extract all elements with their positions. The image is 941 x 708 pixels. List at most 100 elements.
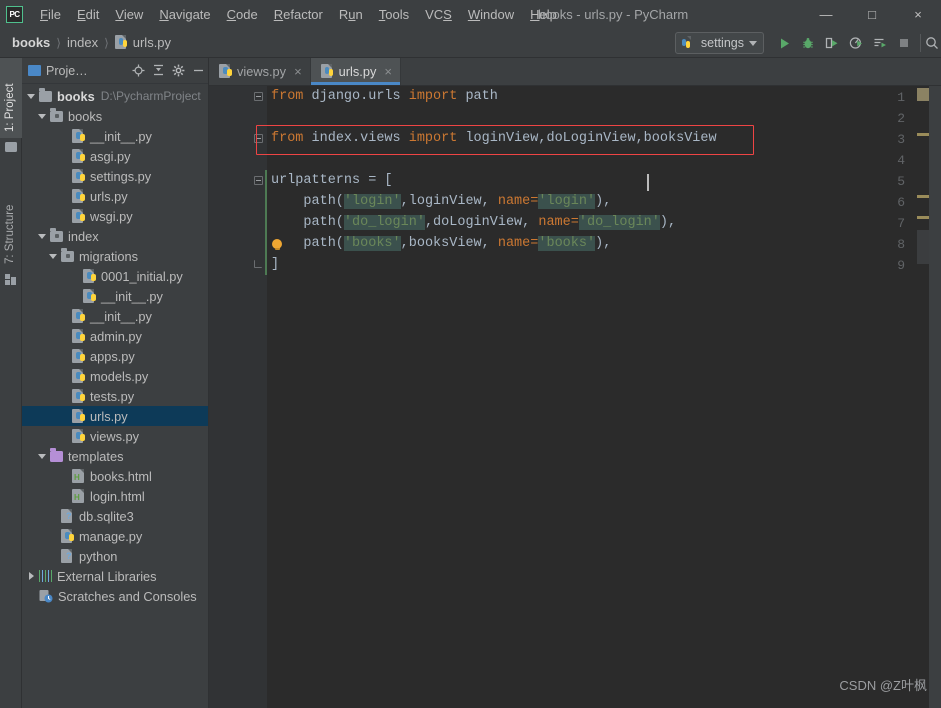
tree-node-label: __init__.py xyxy=(101,288,163,304)
code-token: import xyxy=(408,89,466,104)
tree-node[interactable]: models.py xyxy=(22,366,208,386)
menu-file[interactable]: File xyxy=(32,4,69,25)
project-tree[interactable]: books D:\PycharmProject books __init__.py as… xyxy=(22,84,208,606)
stripe-marker[interactable] xyxy=(917,88,929,101)
code-line[interactable]: path('login',loginView, name='login'), xyxy=(271,191,611,212)
stripe-marker[interactable] xyxy=(917,195,929,198)
chevron-down-icon[interactable] xyxy=(26,91,37,102)
editor-scrollbar-thumb[interactable] xyxy=(917,230,929,264)
tree-node[interactable]: __init__.py xyxy=(22,306,208,326)
code-line[interactable]: from index.views import loginView,doLogi… xyxy=(271,128,717,149)
code-line[interactable]: from django.urls import path xyxy=(271,86,498,107)
code-token: path( xyxy=(271,236,344,251)
chevron-down-icon[interactable] xyxy=(48,251,59,262)
stop-square-icon[interactable] xyxy=(892,30,916,56)
minimize-button[interactable]: — xyxy=(803,0,849,28)
main-toolbar: settings xyxy=(674,28,941,58)
menu-window[interactable]: Window xyxy=(460,4,522,25)
hide-panel-icon[interactable] xyxy=(188,61,208,81)
code-editor[interactable]: 123456789 from django.urls import path fr… xyxy=(209,86,941,708)
code-text[interactable]: from django.urls import path from index.v… xyxy=(267,86,941,708)
tree-node[interactable]: settings.py xyxy=(22,166,208,186)
stripe-marker[interactable] xyxy=(917,216,929,219)
tree-node[interactable]: apps.py xyxy=(22,346,208,366)
tree-node[interactable]: __init__.py xyxy=(22,286,208,306)
chevron-down-icon[interactable] xyxy=(37,231,48,242)
tree-node[interactable]: manage.py xyxy=(22,526,208,546)
tree-node[interactable]: urls.py xyxy=(22,186,208,206)
debug-bug-icon[interactable] xyxy=(796,30,820,56)
code-token: ,loginView, xyxy=(400,194,498,209)
code-line[interactable]: ] xyxy=(271,254,279,275)
tree-node[interactable]: views.py xyxy=(22,426,208,446)
coverage-icon[interactable] xyxy=(820,30,844,56)
search-icon[interactable] xyxy=(925,30,939,56)
tree-node[interactable]: admin.py xyxy=(22,326,208,346)
tree-node[interactable]: wsgi.py xyxy=(22,206,208,226)
tree-node[interactable]: Hbooks.html xyxy=(22,466,208,486)
tree-node-label: models.py xyxy=(90,368,149,384)
menu-view[interactable]: View xyxy=(107,4,151,25)
tree-node[interactable]: 0001_initial.py xyxy=(22,266,208,286)
sidebar-item-structure[interactable]: 7: Structure xyxy=(0,176,22,270)
chevron-down-icon[interactable] xyxy=(37,451,48,462)
editor-tab-label: views.py xyxy=(237,64,287,79)
close-icon[interactable]: × xyxy=(384,64,392,79)
menu-run[interactable]: Run xyxy=(331,4,371,25)
chevron-down-icon[interactable] xyxy=(37,111,48,122)
tree-node[interactable]: asgi.py xyxy=(22,146,208,166)
scratches-icon xyxy=(39,589,53,603)
menu-code[interactable]: Code xyxy=(219,4,266,25)
menu-edit[interactable]: Edit xyxy=(69,4,107,25)
tree-node[interactable]: books xyxy=(22,106,208,126)
code-line[interactable]: path('do_login',doLoginView, name='do_lo… xyxy=(271,212,676,233)
run-configuration-selector[interactable]: settings xyxy=(674,32,764,54)
fold-marker-icon[interactable] xyxy=(254,134,263,143)
select-opened-file-icon[interactable] xyxy=(128,61,148,81)
fold-end-marker-icon[interactable] xyxy=(254,260,262,268)
breadcrumb-item-books[interactable]: books xyxy=(12,35,50,50)
breadcrumb-item-index[interactable]: index xyxy=(67,35,98,50)
fold-marker-icon[interactable] xyxy=(254,176,263,185)
tree-node[interactable]: External Libraries xyxy=(22,566,208,586)
menu-vcs[interactable]: VCS xyxy=(417,4,460,25)
code-line[interactable]: path('books',booksView, name='books'), xyxy=(271,233,611,254)
run-console-icon[interactable] xyxy=(868,30,892,56)
close-icon[interactable]: × xyxy=(294,64,302,79)
chevron-right-icon[interactable] xyxy=(26,571,37,582)
tab-views-py[interactable]: views.py × xyxy=(209,58,311,85)
gear-icon[interactable] xyxy=(168,61,188,81)
run-button[interactable] xyxy=(772,30,796,56)
tree-node[interactable]: Hlogin.html xyxy=(22,486,208,506)
tree-node[interactable]: __init__.py xyxy=(22,126,208,146)
tree-node[interactable]: tests.py xyxy=(22,386,208,406)
tree-node[interactable]: ? db.sqlite3 xyxy=(22,506,208,526)
tree-node[interactable]: urls.py xyxy=(22,406,208,426)
menu-tools[interactable]: Tools xyxy=(371,4,417,25)
fold-marker-icon[interactable] xyxy=(254,92,263,101)
close-button[interactable]: × xyxy=(895,0,941,28)
menu-refactor[interactable]: Refactor xyxy=(266,4,331,25)
tree-node[interactable]: books D:\PycharmProject xyxy=(22,86,208,106)
sidebar-item-project[interactable]: 1: Project xyxy=(0,58,22,138)
tree-node[interactable]: index xyxy=(22,226,208,246)
tree-node[interactable]: ? python xyxy=(22,546,208,566)
profiler-icon[interactable] xyxy=(844,30,868,56)
code-line[interactable]: urlpatterns = [ xyxy=(271,170,393,191)
code-token: path( xyxy=(271,194,344,209)
menu-navigate[interactable]: Navigate xyxy=(151,4,218,25)
tree-node[interactable]: migrations xyxy=(22,246,208,266)
breadcrumb: books ⟩ index ⟩ urls.py xyxy=(0,35,171,50)
maximize-button[interactable]: □ xyxy=(849,0,895,28)
collapse-all-icon[interactable] xyxy=(148,61,168,81)
error-stripe-marker-bar[interactable] xyxy=(917,86,929,708)
tree-node[interactable]: templates xyxy=(22,446,208,466)
tab-urls-py[interactable]: urls.py × xyxy=(310,58,401,85)
navigation-bar: books ⟩ index ⟩ urls.py settings xyxy=(0,28,941,58)
stripe-marker[interactable] xyxy=(917,133,929,136)
tool-tab-label: 1: Project xyxy=(4,83,16,132)
breadcrumb-item-urlspy[interactable]: urls.py xyxy=(133,35,171,50)
tree-node[interactable]: Scratches and Consoles xyxy=(22,586,208,606)
